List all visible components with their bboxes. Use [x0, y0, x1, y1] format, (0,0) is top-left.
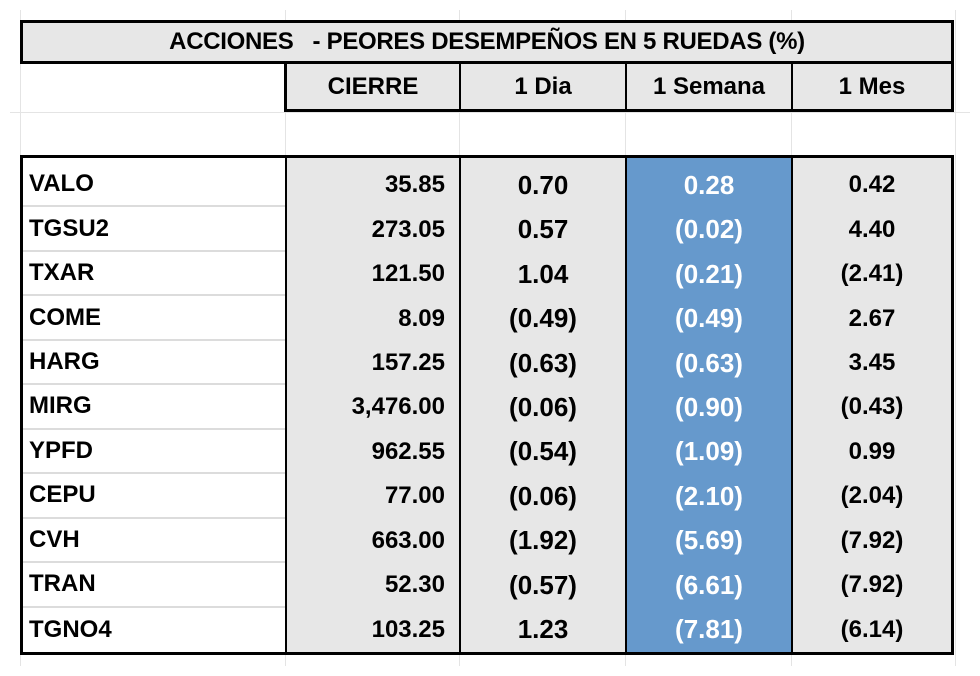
header-1-dia: 1 Dia [461, 64, 627, 109]
cierre-cell: 35.85 [384, 171, 445, 199]
table-title: ACCIONES - PEORES DESEMPEÑOS EN 5 RUEDAS… [20, 20, 954, 64]
mes-cell: 4.40 [848, 215, 896, 243]
ticker-cell: TGSU2 [23, 207, 285, 252]
ticker-cell: YPFD [23, 430, 285, 475]
dia-cell: (0.63) [509, 347, 577, 378]
gridline [10, 112, 970, 113]
semana-cell: (0.90) [675, 391, 743, 422]
cierre-cell: 663.00 [371, 526, 445, 554]
mes-cell: (2.04) [840, 482, 904, 510]
dia-cell: 1.04 [517, 258, 569, 289]
dia-cell: (1.92) [509, 525, 577, 556]
dia-cell: (0.57) [509, 569, 577, 600]
header-1-mes: 1 Mes [838, 72, 906, 100]
ticker-cell: TGNO4 [29, 615, 112, 643]
cierre-cell: 273.05 [371, 215, 445, 243]
mes-cell: 0.42 [848, 171, 896, 199]
mes-cell: 2.67 [848, 304, 896, 332]
table-title-text: ACCIONES - PEORES DESEMPEÑOS EN 5 RUEDAS… [169, 28, 805, 55]
mes-cell: (6.14) [840, 615, 904, 643]
cierre-cell: 52.30 [384, 571, 445, 599]
gridline [955, 10, 956, 666]
mes-cell: 0.99 [848, 437, 896, 465]
mes-cell: (7.92) [840, 571, 904, 599]
dia-cell: (0.49) [509, 303, 577, 334]
header-cierre: CIERRE [287, 64, 461, 109]
semana-cell: (6.61) [675, 569, 743, 600]
semana-cell: (2.10) [675, 480, 743, 511]
cierre-cell: 77.00 [384, 482, 445, 510]
semana-cell: (5.69) [675, 525, 743, 556]
data-table: VALO TGSU2 TXAR COME HARG MIRG YPFD CEPU CVH TRAN… [20, 155, 954, 655]
dia-cell: 0.70 [517, 169, 569, 200]
semana-cell: 0.28 [683, 169, 735, 200]
dia-cell: 1.23 [517, 614, 569, 645]
dia-cell: 0.57 [517, 214, 569, 245]
cierre-cell: 962.55 [371, 437, 445, 465]
mes-cell: (2.41) [840, 260, 904, 288]
cierre-cell: 8.09 [398, 304, 445, 332]
dia-cell: (0.06) [509, 480, 577, 511]
cierre-column: 35.85 273.05 121.50 8.09 157.25 3,476.00 962.5… [287, 158, 461, 652]
cierre-cell: 157.25 [371, 349, 445, 377]
semana-cell: (0.21) [675, 258, 743, 289]
semana-column: 0.28 (0.02) (0.21) (0.49) (0.63) (0.90) (1.09)… [627, 158, 793, 652]
ticker-cell: CEPU [23, 474, 285, 519]
ticker-cell: TXAR [23, 252, 285, 297]
mes-column: 0.42 4.40 (2.41) 2.67 3.45 (0.43) 0.99 (2.04) (7… [793, 158, 951, 652]
dia-cell: (0.06) [509, 391, 577, 422]
ticker-cell: MIRG [23, 385, 285, 430]
ticker-cell: CVH [23, 519, 285, 564]
ticker-cell: COME [23, 296, 285, 341]
ticker-cell: TRAN [23, 563, 285, 608]
mes-cell: 3.45 [848, 349, 896, 377]
semana-cell: (1.09) [675, 436, 743, 467]
cierre-cell: 3,476.00 [351, 393, 445, 421]
ticker-cell: VALO [23, 163, 285, 208]
semana-cell: (0.02) [675, 214, 743, 245]
semana-cell: (0.49) [675, 303, 743, 334]
ticker-column: VALO TGSU2 TXAR COME HARG MIRG YPFD CEPU CVH TRAN… [23, 158, 287, 652]
header-1-semana: 1 Semana [627, 64, 793, 109]
mes-cell: (0.43) [840, 393, 904, 421]
cierre-cell: 103.25 [371, 615, 445, 643]
column-header-row: CIERRE 1 Dia 1 Semana 1 Mes [284, 64, 954, 112]
cierre-cell: 121.50 [371, 260, 445, 288]
semana-cell: (7.81) [675, 614, 743, 645]
dia-cell: (0.54) [509, 436, 577, 467]
dia-column: 0.70 0.57 1.04 (0.49) (0.63) (0.06) (0.54) (0.0… [461, 158, 627, 652]
mes-cell: (7.92) [840, 526, 904, 554]
ticker-cell: HARG [23, 341, 285, 386]
semana-cell: (0.63) [675, 347, 743, 378]
